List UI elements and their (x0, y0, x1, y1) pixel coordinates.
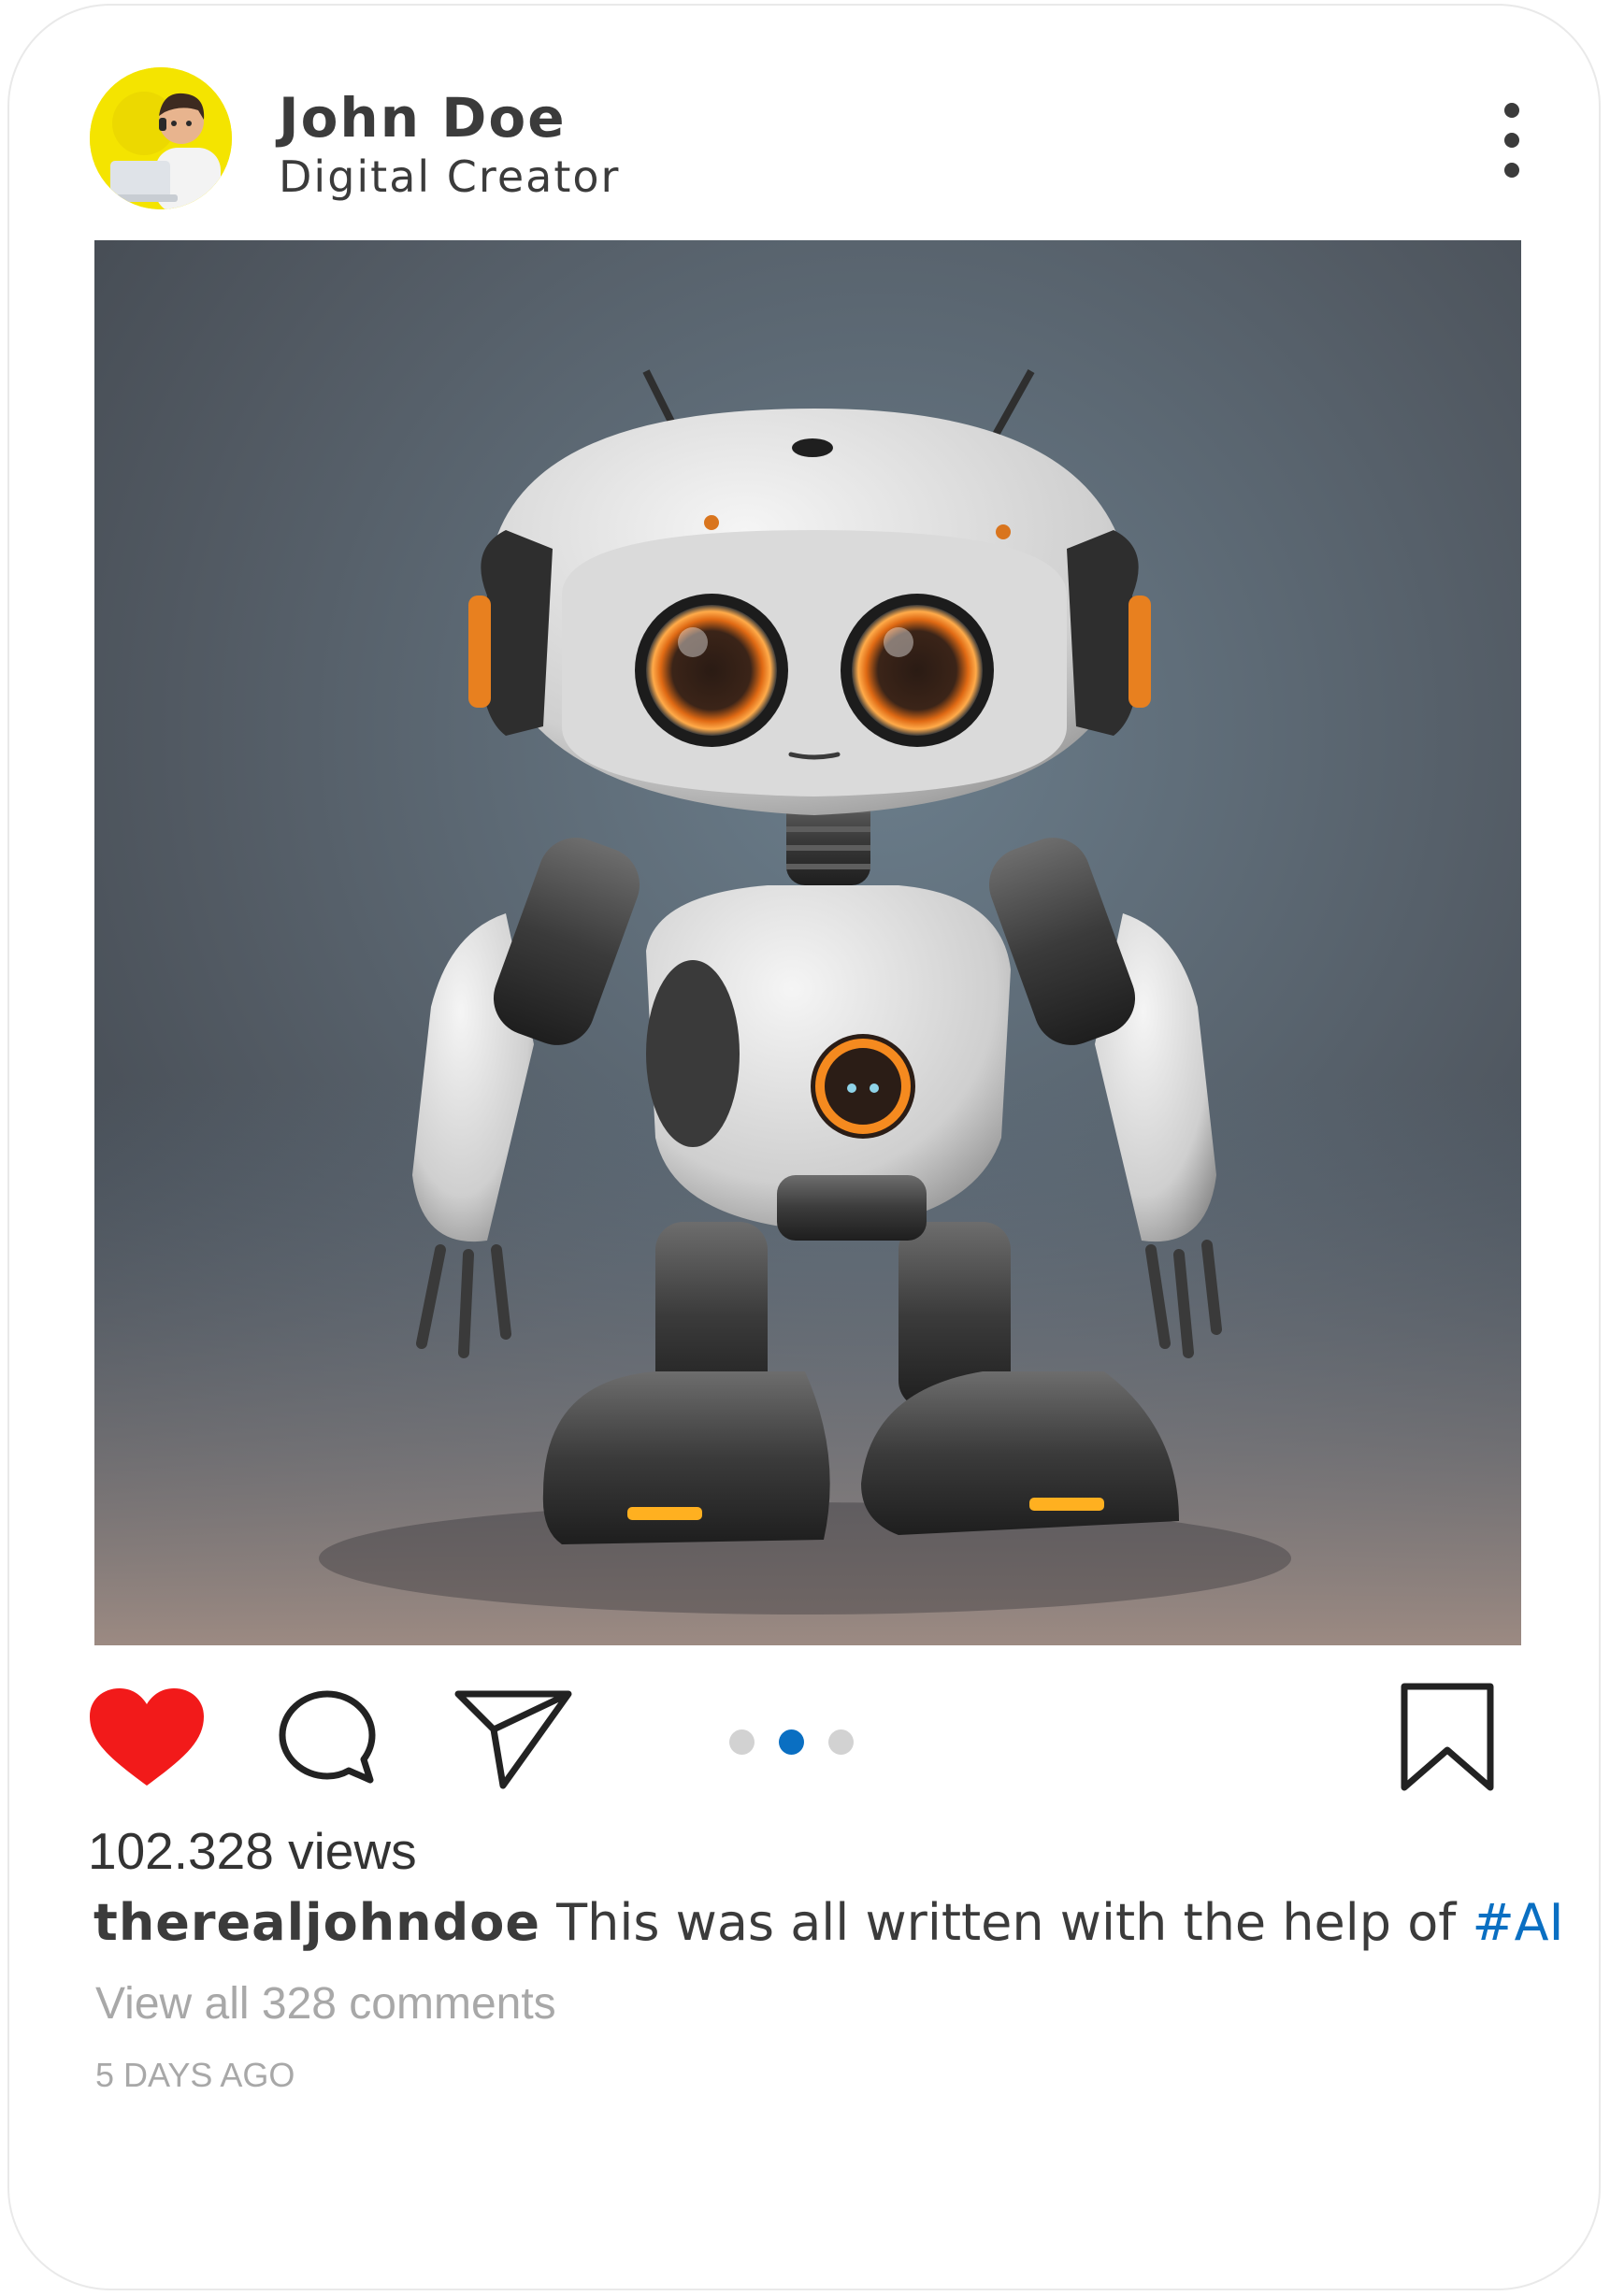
bookmark-icon[interactable] (1399, 1683, 1496, 1791)
caption-hashtag[interactable]: #AI (1472, 1893, 1563, 1952)
view-comments-link[interactable]: View all 328 comments (95, 1978, 556, 2031)
carousel-dot[interactable] (729, 1729, 755, 1755)
author-avatar[interactable] (90, 67, 232, 209)
post-caption: therealjohndoe This was all written with… (93, 1893, 1564, 1953)
caption-username[interactable]: therealjohndoe (93, 1893, 540, 1952)
robot-illustration (94, 240, 1521, 1645)
caption-text: This was all written with the help of (556, 1893, 1457, 1952)
post-image[interactable] (94, 240, 1521, 1645)
carousel-dot[interactable] (828, 1729, 854, 1755)
heart-icon[interactable] (90, 1688, 204, 1787)
carousel-dot-active[interactable] (779, 1729, 804, 1755)
author-subtitle: Digital Creator (279, 151, 621, 202)
more-options-button[interactable] (1488, 103, 1535, 178)
comment-bubble-icon[interactable] (277, 1688, 378, 1787)
post-timestamp: 5 DAYS AGO (95, 2056, 295, 2094)
more-vertical-icon (1504, 103, 1519, 118)
view-count: 102.328 views (88, 1822, 417, 1880)
paper-plane-icon[interactable] (454, 1688, 572, 1789)
author-name[interactable]: John Doe (279, 86, 567, 150)
avatar-illustration (90, 67, 232, 209)
carousel-indicator (729, 1729, 854, 1755)
